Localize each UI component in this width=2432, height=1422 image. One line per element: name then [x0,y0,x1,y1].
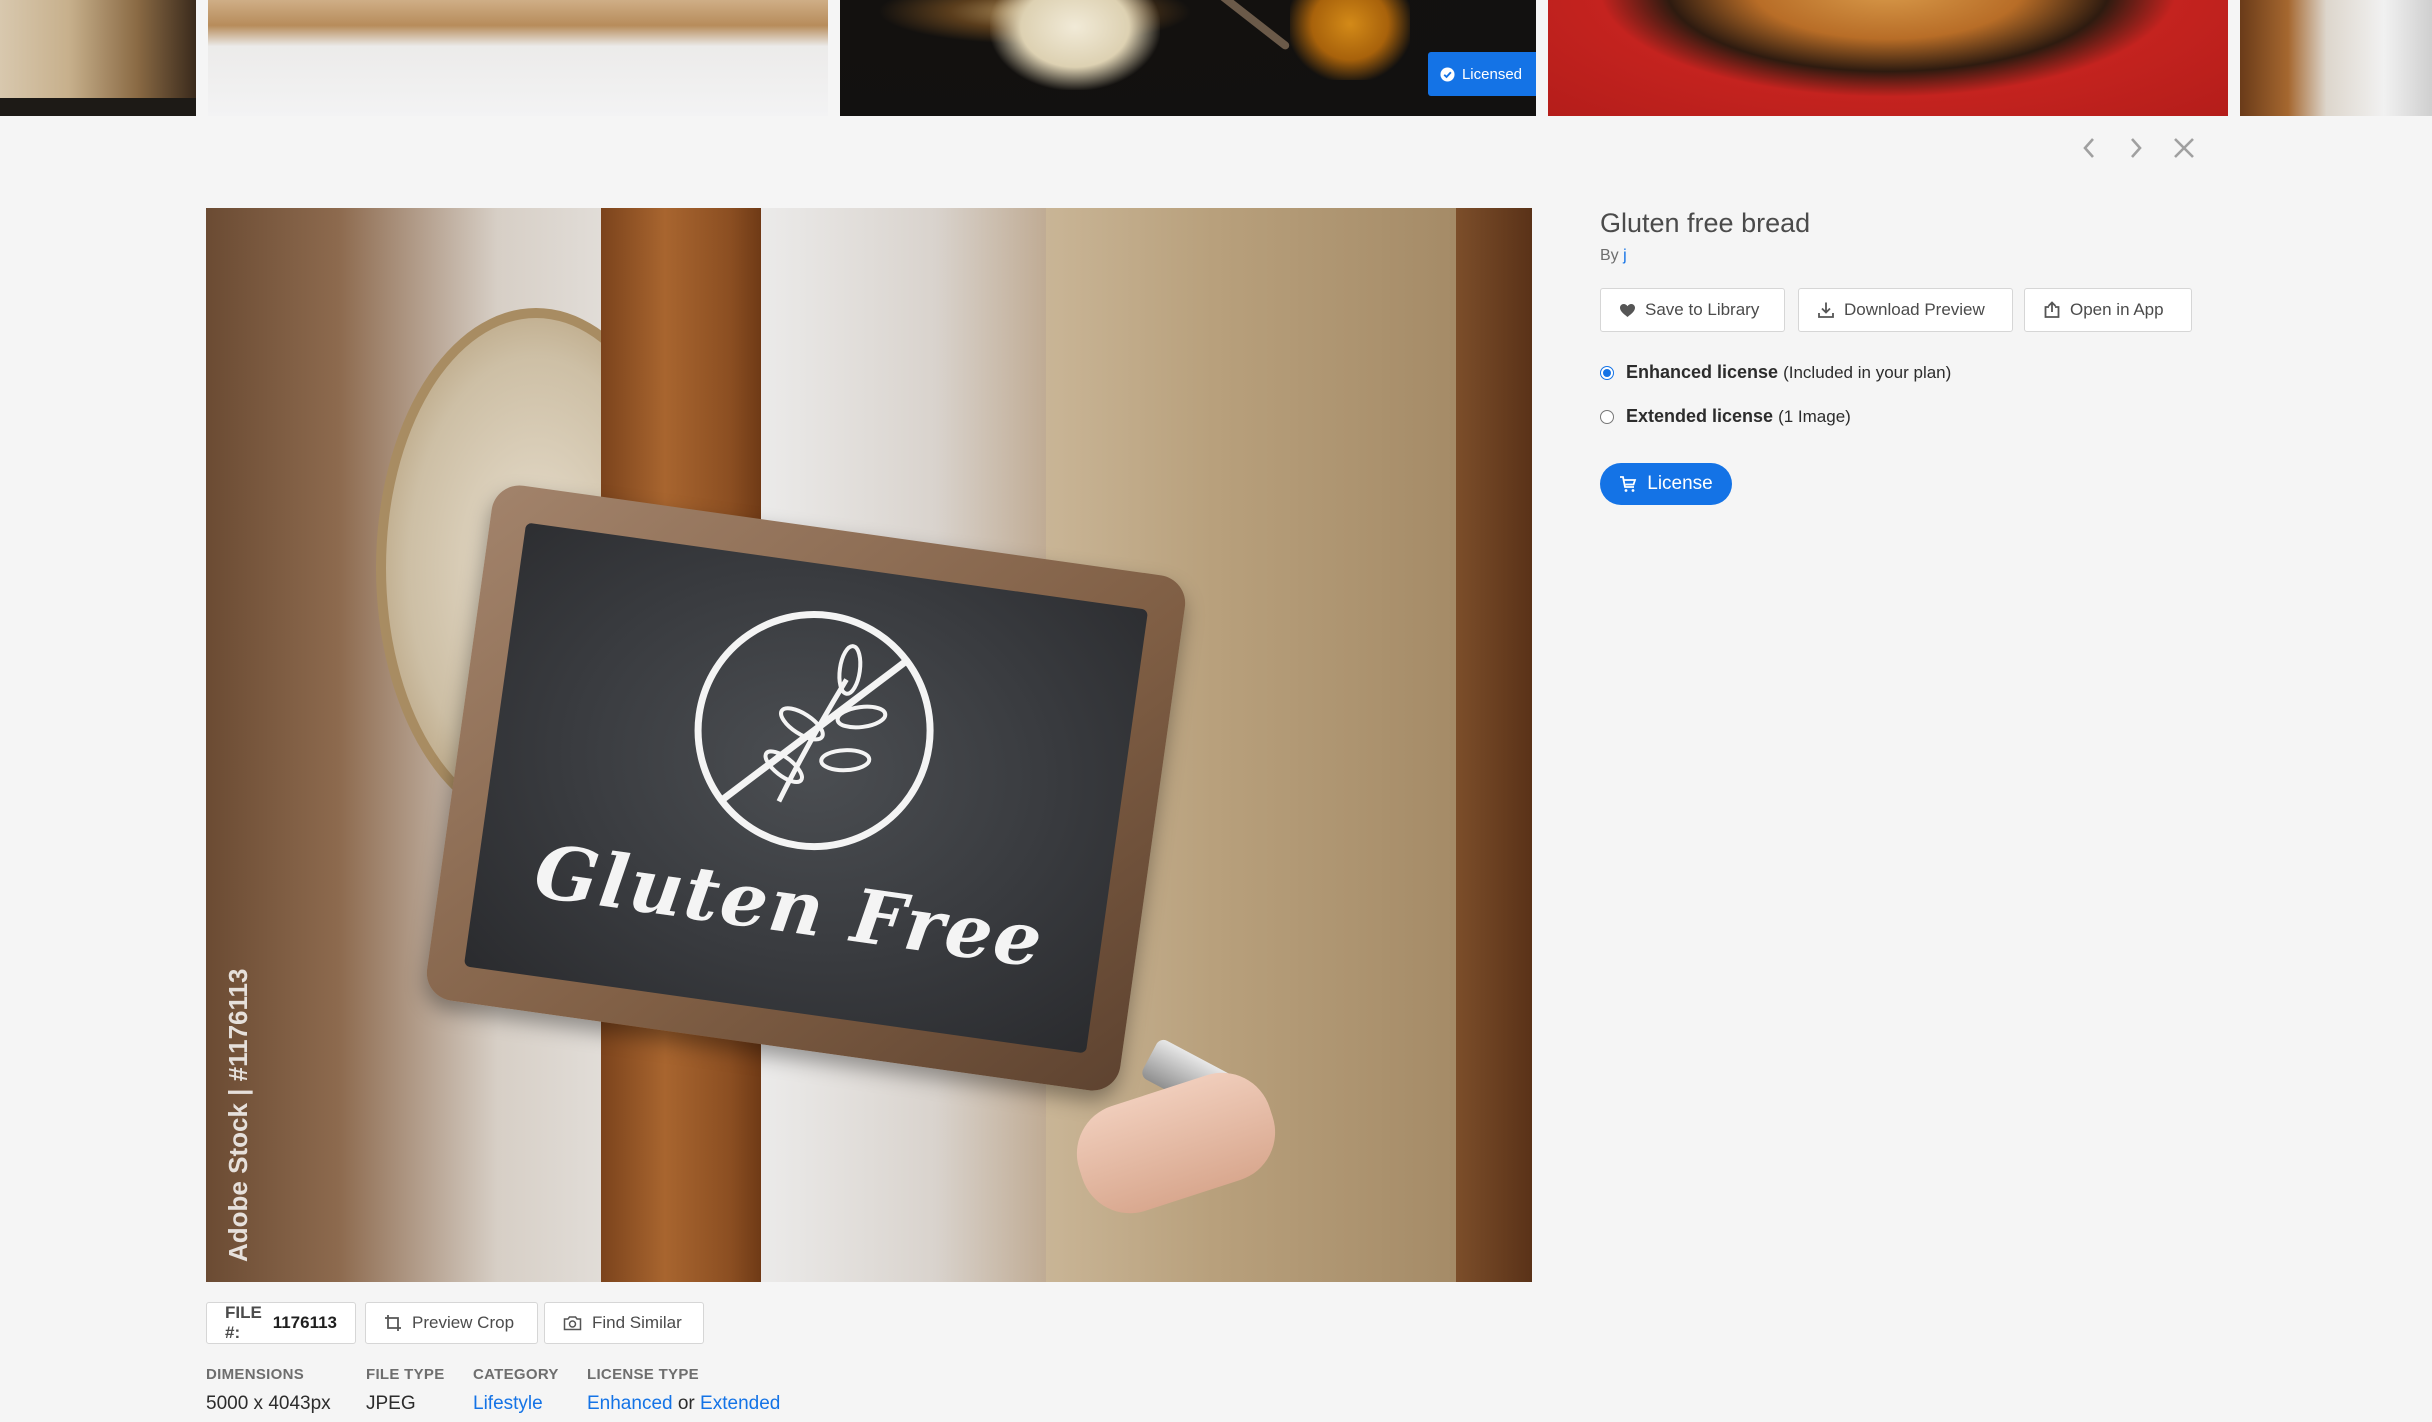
category-info: CATEGORY Lifestyle [473,1366,559,1415]
licensed-badge: Licensed [1427,52,1536,96]
author-link[interactable]: j [1623,247,1627,264]
watermark: Adobe Stock | #1176113 [223,968,253,1262]
file-type-label: FILE TYPE [366,1366,445,1383]
file-number-value: 1176113 [272,1313,337,1332]
license-type-info: LICENSE TYPE Enhanced or Extended [587,1366,780,1415]
download-icon [1818,302,1834,318]
related-thumbnail[interactable] [0,0,196,116]
extended-license-note: (1 Image) [1778,407,1851,426]
save-to-library-button[interactable]: Save to Library [1600,288,1785,332]
crop-icon [385,1315,401,1331]
no-wheat-icon [694,611,934,851]
download-preview-label: Download Preview [1844,300,1985,319]
image-title: Gluten free bread [1600,208,1811,238]
camera-icon [563,1316,582,1331]
related-thumbnail[interactable] [208,0,828,116]
license-button[interactable]: License [1600,463,1732,505]
download-preview-button[interactable]: Download Preview [1798,288,2013,332]
extended-license-label: Extended license [1626,406,1774,426]
chalkboard-sign: Gluten Free [423,481,1189,1095]
dimensions-value: 5000 x 4043px [206,1393,331,1414]
related-thumbnail[interactable] [1548,0,2228,116]
byline: By j [1600,247,1627,265]
heart-icon [1620,303,1635,317]
file-type-info: FILE TYPE JPEG [366,1366,445,1415]
file-number-chip[interactable]: FILE #: 1176113 [206,1302,356,1344]
licensed-badge-label: Licensed [1461,65,1522,83]
next-button[interactable] [2116,128,2156,168]
extended-license-link[interactable]: Extended [700,1393,780,1414]
chevron-left-icon [2083,138,2094,158]
license-button-label: License [1647,473,1713,494]
find-similar-button[interactable]: Find Similar [544,1302,704,1344]
save-to-library-label: Save to Library [1645,300,1760,319]
find-similar-label: Find Similar [592,1313,682,1332]
related-thumbnail[interactable]: Licensed [840,0,1536,116]
open-in-app-button[interactable]: Open in App [2024,288,2192,332]
check-circle-icon [1440,66,1455,82]
dimensions-info: DIMENSIONS 5000 x 4043px [206,1366,331,1415]
related-thumbnail[interactable] [2240,0,2432,116]
enhanced-license-radio[interactable] [1600,365,1614,380]
license-type-label: LICENSE TYPE [587,1366,699,1383]
close-button[interactable] [2164,128,2204,168]
chevron-right-icon [2131,138,2142,158]
cart-icon [1620,476,1637,492]
by-label: By [1600,247,1619,264]
related-images-strip: Licensed [0,0,2432,116]
previous-button[interactable] [2069,128,2109,168]
share-icon [2044,301,2060,318]
license-or-text: or [677,1393,695,1414]
file-number-label: FILE #: [225,1303,262,1342]
extended-license-option[interactable]: Extended license (1 Image) [1600,406,1851,427]
category-link[interactable]: Lifestyle [473,1393,543,1414]
preview-image[interactable]: Gluten Free Adobe Stock | #1176113 [206,208,1532,1282]
file-type-value: JPEG [366,1393,416,1414]
enhanced-license-note: (Included in your plan) [1783,363,1952,382]
preview-crop-label: Preview Crop [412,1313,515,1332]
enhanced-license-option[interactable]: Enhanced license (Included in your plan) [1600,362,1951,383]
close-icon [2174,138,2194,158]
dimensions-label: DIMENSIONS [206,1366,305,1383]
extended-license-radio[interactable] [1600,409,1614,424]
enhanced-license-link[interactable]: Enhanced [587,1393,673,1414]
category-label: CATEGORY [473,1366,559,1383]
open-in-app-label: Open in App [2070,300,2164,319]
preview-crop-button[interactable]: Preview Crop [365,1302,538,1344]
enhanced-license-label: Enhanced license [1626,362,1779,382]
